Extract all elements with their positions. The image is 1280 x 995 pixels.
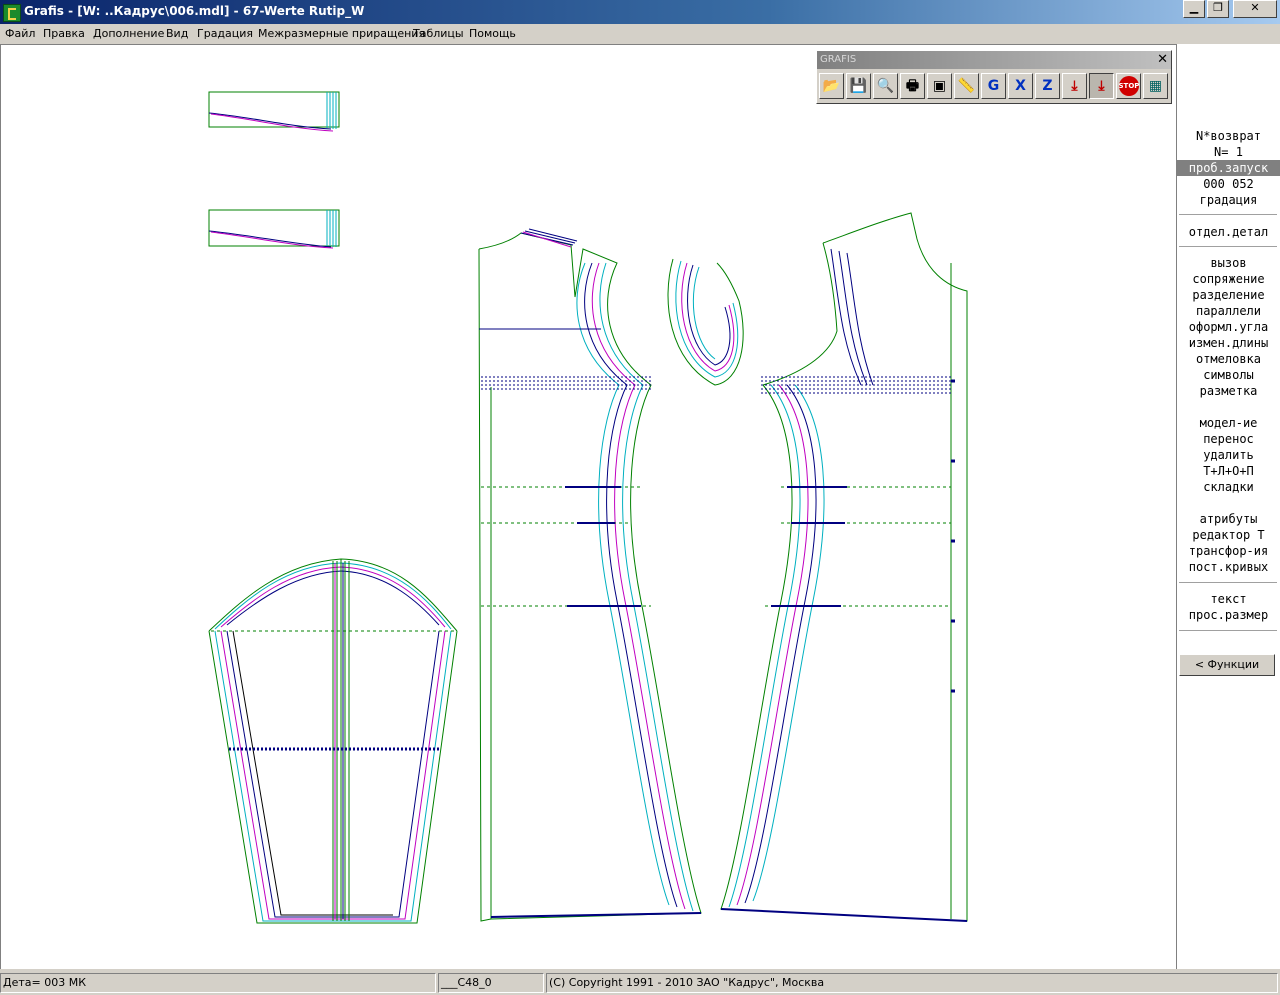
side-item-change-length[interactable]: измен.длины (1177, 335, 1280, 351)
side-divider (1179, 630, 1277, 631)
side-item-test-run[interactable]: проб.запуск (1177, 160, 1280, 176)
side-item-transform[interactable]: трансфор-ия (1177, 543, 1280, 559)
cuff-piece-top[interactable] (208, 91, 340, 132)
download-arrow-active-icon[interactable]: ⤓ (1089, 73, 1114, 99)
window-title: Grafis - [W: ..Кадрус\006.mdl] - 67-Wert… (24, 4, 365, 18)
cuff-piece-bottom[interactable] (208, 209, 340, 249)
side-item-build-curves[interactable]: пост.кривых (1177, 559, 1280, 575)
sleeve-piece[interactable] (208, 558, 458, 924)
grading-z-icon[interactable]: Z (1035, 73, 1060, 99)
side-item-modeling[interactable]: модел-ие (1177, 415, 1280, 431)
side-item-pleats[interactable]: складки (1177, 479, 1280, 495)
neck-facing-piece[interactable] (667, 258, 744, 386)
side-item-transfer[interactable]: перенос (1177, 431, 1280, 447)
status-size: ___С48_0 (438, 973, 544, 993)
menu-grading[interactable]: Градация (197, 27, 253, 40)
side-item-delete[interactable]: удалить (1177, 447, 1280, 463)
back-piece[interactable] (478, 228, 702, 922)
side-header-n: N= 1 (1214, 145, 1243, 159)
save-disk-icon[interactable]: 💾 (846, 73, 871, 99)
grading-x-icon[interactable]: X (1008, 73, 1033, 99)
side-item-finish-detail[interactable]: отдел.детал (1177, 224, 1280, 240)
toolbar-title-bar[interactable]: GRAFIS ✕ (817, 51, 1171, 69)
status-bar: Дета= 003 МК ___С48_0 (С) Copyright 1991… (0, 971, 1280, 995)
pattern-drawing[interactable] (1, 45, 1176, 969)
side-item-view-size[interactable]: прос.размер (1177, 607, 1280, 623)
menu-addition[interactable]: Дополнение (93, 27, 164, 40)
maximize-button[interactable]: ❐ (1207, 0, 1229, 18)
menu-tables[interactable]: Таблицы (413, 27, 464, 40)
grafis-toolbar: GRAFIS ✕ 📂 💾 🔍 🖶 ▣ 📏 G X Z ⤓ ⤓ STOP ▦ (816, 50, 1172, 104)
side-divider (1179, 246, 1277, 247)
side-item-blend[interactable]: сопряжение (1177, 271, 1280, 287)
function-side-panel: N*возврат N= 1 проб.запуск 000 052 града… (1176, 44, 1280, 969)
front-piece[interactable] (720, 212, 968, 922)
side-item-attributes[interactable]: атрибуты (1177, 511, 1280, 527)
restore-icon: ❐ (1213, 1, 1223, 14)
ruler-icon[interactable]: 📏 (954, 73, 979, 99)
side-item-text[interactable]: текст (1177, 591, 1280, 607)
stop-sign-icon: STOP (1118, 76, 1139, 96)
toolbar-title: GRAFIS (820, 54, 857, 65)
menu-intersize-increments[interactable]: Межразмерные приращения (258, 27, 425, 40)
side-info-grading: градация (1199, 193, 1258, 207)
menu-help[interactable]: Помощь (469, 27, 516, 40)
side-item-parallels[interactable]: параллели (1177, 303, 1280, 319)
side-item-marking-out[interactable]: отмеловка (1177, 351, 1280, 367)
side-item-call[interactable]: вызов (1177, 255, 1280, 271)
minimize-icon: ▁ (1189, 1, 1199, 14)
toolbar-close-icon[interactable]: ✕ (1157, 52, 1168, 67)
stop-sign-button[interactable]: STOP (1116, 73, 1141, 99)
side-item-format-corner[interactable]: оформл.угла (1177, 319, 1280, 335)
grading-g-icon[interactable]: G (981, 73, 1006, 99)
menu-file[interactable]: Файл (5, 27, 35, 40)
side-item-symbols[interactable]: символы (1177, 367, 1280, 383)
side-item-split[interactable]: разделение (1177, 287, 1280, 303)
menu-bar: Файл Правка Дополнение Вид Градация Межр… (0, 24, 1280, 44)
side-header-return: N*возврат (1195, 129, 1262, 143)
close-icon: ✕ (1250, 1, 1260, 14)
status-detail: Дета= 003 МК (0, 973, 436, 993)
calculator-icon[interactable]: ▦ (1143, 73, 1168, 99)
side-divider (1179, 582, 1277, 583)
status-copyright: (С) Copyright 1991 - 2010 ЗАО "Кадрус", … (546, 973, 1278, 993)
layers-icon[interactable]: ▣ (927, 73, 952, 99)
download-arrow-icon[interactable]: ⤓ (1062, 73, 1087, 99)
magnifier-icon[interactable]: 🔍 (873, 73, 898, 99)
side-divider (1179, 214, 1277, 215)
title-bar: Grafis - [W: ..Кадрус\006.mdl] - 67-Wert… (0, 0, 1280, 24)
minimize-button[interactable]: ▁ (1183, 0, 1205, 18)
printer-icon[interactable]: 🖶 (900, 73, 925, 99)
functions-button[interactable]: < Функции (1179, 654, 1275, 676)
open-folder-icon[interactable]: 📂 (819, 73, 844, 99)
close-button[interactable]: ✕ (1233, 0, 1277, 18)
side-item-layout[interactable]: разметка (1177, 383, 1280, 399)
drawing-canvas[interactable] (0, 44, 1176, 969)
side-item-editor-t[interactable]: редактор Т (1177, 527, 1280, 543)
side-info-code: 000 052 (1203, 177, 1254, 191)
menu-edit[interactable]: Правка (43, 27, 85, 40)
side-item-tlop[interactable]: Т+Л+О+П (1177, 463, 1280, 479)
grafis-app-icon[interactable] (3, 4, 21, 22)
menu-view[interactable]: Вид (166, 27, 188, 40)
